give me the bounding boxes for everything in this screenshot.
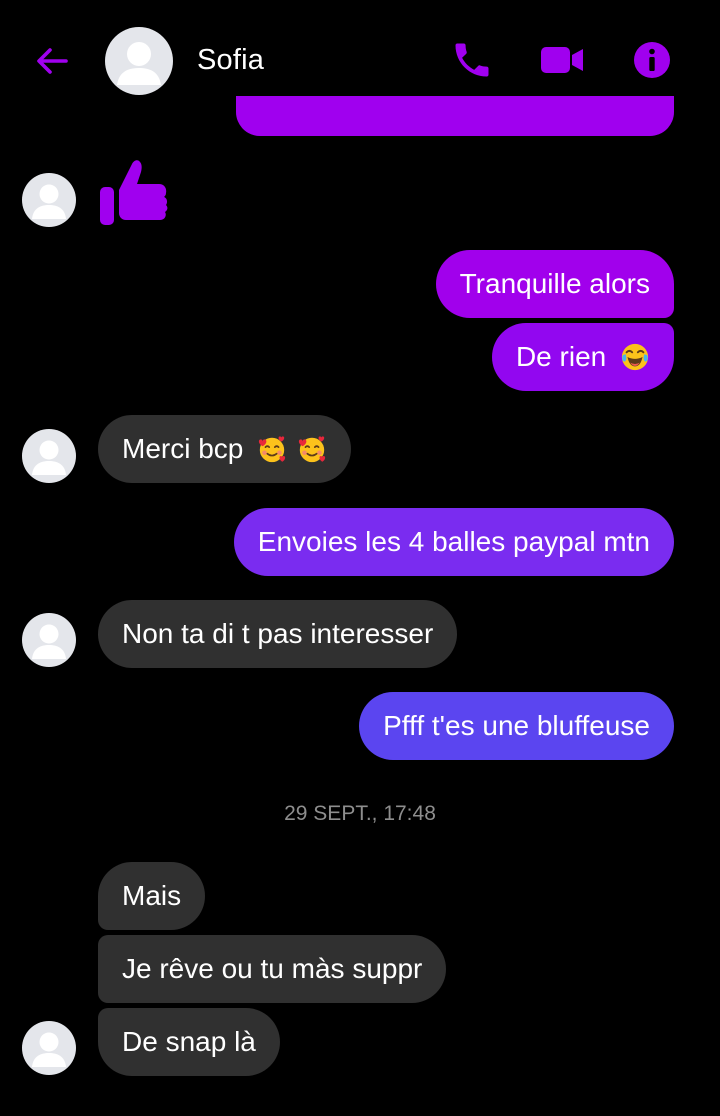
message-bubble-incoming[interactable]: Je rêve ou tu màs suppr — [98, 935, 447, 1003]
message-text: Merci bcp — [122, 433, 244, 464]
smiling-face-with-hearts-emoji — [259, 435, 286, 462]
video-camera-icon[interactable] — [538, 38, 583, 82]
contact-avatar[interactable] — [22, 429, 76, 483]
message-text: Non ta di t pas interesser — [122, 618, 434, 649]
message-text: Mais — [122, 880, 182, 911]
message-bubble-incoming[interactable]: Merci bcp — [98, 415, 351, 483]
message-text: De snap là — [122, 1026, 256, 1057]
contact-avatar[interactable] — [22, 1021, 76, 1075]
info-icon[interactable] — [630, 38, 674, 82]
smiling-face-with-hearts-emoji — [298, 435, 326, 462]
message-bubble-outgoing[interactable]: De rien — [491, 323, 674, 391]
previous-message-bubble[interactable] — [236, 96, 674, 136]
message-bubble-incoming[interactable]: Non ta di t pas interesser — [98, 600, 458, 668]
phone-icon[interactable] — [450, 38, 494, 82]
message-bubble-incoming[interactable]: Mais — [98, 862, 206, 930]
message-text: De rien — [515, 341, 607, 372]
message-text: Pfff t'es une bluffeuse — [383, 710, 650, 741]
contact-avatar[interactable] — [22, 173, 76, 227]
message-bubble-outgoing[interactable]: Tranquille alors — [435, 250, 674, 318]
message-bubble-outgoing[interactable]: Pfff t'es une bluffeuse — [359, 692, 674, 760]
tears-of-joy-emoji — [621, 343, 649, 370]
message-text: Je rêve ou tu màs suppr — [122, 953, 423, 984]
back-arrow-icon[interactable] — [32, 40, 74, 82]
message-bubble-incoming[interactable]: De snap là — [98, 1008, 280, 1076]
message-text: Envoies les 4 balles paypal mtn — [257, 526, 650, 557]
contact-avatar[interactable] — [22, 613, 76, 667]
contact-avatar[interactable] — [105, 27, 173, 95]
message-text: Tranquille alors — [459, 268, 650, 299]
timestamp-divider: 29 SEPT., 17:48 — [284, 802, 436, 825]
thumbs-up-icon[interactable] — [96, 154, 172, 230]
contact-name[interactable]: Sofia — [197, 44, 264, 77]
message-bubble-outgoing[interactable]: Envoies les 4 balles paypal mtn — [233, 508, 674, 576]
